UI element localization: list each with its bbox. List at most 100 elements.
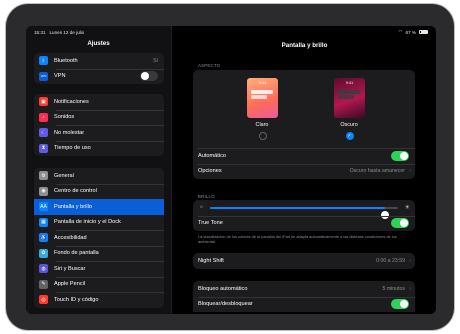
sidebar-item-label: General	[54, 172, 74, 179]
automatic-appearance-row: Automático	[193, 148, 415, 164]
vpn-icon: VPN	[39, 71, 48, 81]
sidebar-item-label: Siri y Buscar	[54, 265, 86, 272]
sidebar-item-tiempo-de-uso[interactable]: ⧗ Tiempo de uso	[34, 140, 164, 157]
sidebar-item-label: Pantalla de inicio y el Dock	[54, 219, 121, 226]
true-tone-row: True Tone	[193, 215, 415, 232]
sidebar-item-apple-pencil[interactable]: ✎ Apple Pencil	[34, 276, 164, 293]
light-thumbnail-time: 9:41	[258, 81, 267, 85]
brightness-slider-row: ☼ ☀	[193, 200, 415, 219]
sidebar-item-siri-y-buscar[interactable]: ◍ Siri y Buscar	[34, 261, 164, 277]
true-tone-note: La visualización de los colores de la pa…	[198, 234, 397, 244]
options-value: Oscuro hasta amanecer	[349, 168, 405, 175]
auto-lock-label: Bloqueo automático	[198, 285, 248, 292]
night-shift-row[interactable]: Night Shift 0:00 a 23:59 ›	[193, 253, 415, 269]
status-bar: 15:31 Lunes 12 de julio ◠ 67 %	[26, 26, 436, 38]
dark-theme-thumbnail[interactable]: 9:41	[334, 78, 365, 118]
dark-theme-label: Oscuro	[340, 122, 358, 128]
sidebar-item-label: Fondo de pantalla	[54, 250, 99, 257]
automatic-toggle[interactable]	[391, 150, 409, 161]
fingerprint-icon: ◎	[39, 295, 48, 305]
sidebar-item-general[interactable]: ⚙ General	[34, 168, 164, 184]
vpn-toggle[interactable]	[140, 71, 158, 82]
dark-theme-radio[interactable]: ✓	[345, 132, 354, 140]
sidebar-item-notificaciones[interactable]: ▣ Notificaciones	[34, 94, 164, 110]
sidebar-item-label: Notificaciones	[54, 98, 89, 105]
page-title: Pantalla y brillo	[281, 42, 328, 49]
light-thumbnail-widget	[251, 90, 273, 94]
ipad-frame: Ajustes ᛒ Bluetooth Sí VPN VPN ▣ Notificacion…	[6, 4, 454, 330]
automatic-label: Automático	[198, 152, 226, 159]
sidebar-item-fondo-de-pantalla[interactable]: ✿ Fondo de pantalla	[34, 245, 164, 262]
light-theme-thumbnail[interactable]: 9:41	[247, 78, 278, 118]
auto-lock-value: 5 minutos	[382, 285, 406, 292]
night-shift-card: Night Shift 0:00 a 23:59 ›	[193, 253, 415, 269]
true-tone-label: True Tone	[198, 220, 223, 227]
accessibility-icon: ♿	[39, 233, 48, 243]
wifi-icon: ◠	[398, 29, 403, 34]
status-date: Lunes 12 de julio	[49, 29, 85, 35]
wallpaper-icon: ✿	[39, 248, 48, 258]
ipad-screen: Ajustes ᛒ Bluetooth Sí VPN VPN ▣ Notificacion…	[26, 26, 436, 314]
sidebar-item-label: Touch ID y código	[54, 296, 99, 303]
sidebar-item-label: Centro de control	[54, 188, 97, 195]
pencil-icon: ✎	[39, 279, 48, 289]
sidebar-item-touch-id-y-codigo[interactable]: ◎ Touch ID y código	[34, 292, 164, 308]
notifications-icon: ▣	[39, 97, 48, 107]
chevron-right-icon: ›	[409, 285, 411, 292]
sidebar-item-label: Sonidos	[54, 114, 75, 121]
sidebar-group-notifications: ▣ Notificaciones ♪ Sonidos ☾ No molestar ⧗ Tiem…	[34, 94, 164, 156]
sidebar-item-label: No molestar	[54, 129, 85, 136]
auto-lock-row[interactable]: Bloqueo automático 5 minutos ›	[193, 281, 415, 297]
light-thumbnail-widget	[251, 95, 267, 99]
sidebar-item-label: VPN	[54, 73, 66, 80]
sidebar-group-general: ⚙ General ◉ Centro de control AA Pantalla y b…	[34, 168, 164, 308]
sidebar-item-value: Sí	[153, 57, 158, 64]
gear-icon: ⚙	[39, 171, 48, 181]
sun-large-icon: ☀	[404, 205, 410, 211]
chevron-right-icon: ›	[409, 168, 411, 175]
sidebar-item-label: Tiempo de uso	[54, 145, 91, 152]
brightness-slider[interactable]	[210, 207, 398, 219]
sidebar-item-bluetooth[interactable]: ᛒ Bluetooth Sí	[34, 53, 164, 69]
sidebar-item-label: Apple Pencil	[54, 281, 86, 288]
sounds-icon: ♪	[39, 112, 48, 122]
appearance-header: ASPECTO	[198, 63, 221, 68]
light-theme-label: Claro	[255, 122, 269, 128]
brightness-card: ☼ ☀ True Tone	[193, 200, 415, 231]
lock-card: Bloqueo automático 5 minutos › Bloquear/…	[193, 281, 415, 312]
home-screen-icon: ▦	[39, 217, 48, 227]
sidebar-item-label: Bluetooth	[54, 57, 78, 64]
sidebar-item-centro-de-control[interactable]: ◉ Centro de control	[34, 183, 164, 200]
dark-thumbnail-widget	[338, 90, 360, 94]
brightness-icon: AA	[39, 202, 48, 212]
lock-unlock-label: Bloquear/desbloquear	[198, 301, 253, 308]
true-tone-toggle[interactable]	[391, 218, 409, 229]
display-brightness-pane: Pantalla y brillo ASPECTO 9:41 9:41 Clar…	[173, 26, 436, 314]
brightness-slider-fill	[210, 207, 385, 209]
sidebar-item-vpn[interactable]: VPN VPN	[34, 68, 164, 85]
status-battery-text: 67 %	[405, 29, 416, 35]
appearance-options-row[interactable]: Opciones Oscuro hasta amanecer ›	[193, 163, 415, 180]
lock-unlock-toggle[interactable]	[391, 299, 409, 310]
moon-icon: ☾	[39, 128, 48, 138]
brightness-header: BRILLO	[198, 194, 215, 199]
appearance-card: 9:41 9:41 Claro Oscuro ✓ Automático Opci…	[193, 70, 415, 179]
lock-unlock-row: Bloquear/desbloquear	[193, 296, 415, 313]
siri-icon: ◍	[39, 264, 48, 274]
light-theme-radio[interactable]	[258, 132, 267, 140]
sidebar-item-pantalla-de-inicio-y-el-dock[interactable]: ▦ Pantalla de inicio y el Dock	[34, 215, 164, 231]
dark-thumbnail-widget	[338, 95, 354, 99]
hourglass-icon: ⧗	[39, 143, 48, 153]
bluetooth-icon: ᛒ	[39, 56, 48, 66]
sidebar-item-accesibilidad[interactable]: ♿ Accesibilidad	[34, 230, 164, 246]
sidebar-item-pantalla-y-brillo[interactable]: AA Pantalla y brillo	[34, 199, 164, 215]
sidebar-item-sonidos[interactable]: ♪ Sonidos	[34, 109, 164, 126]
sidebar-item-no-molestar[interactable]: ☾ No molestar	[34, 125, 164, 141]
battery-icon	[419, 29, 428, 35]
sidebar-item-label: Pantalla y brillo	[54, 203, 92, 210]
control-center-icon: ◉	[39, 186, 48, 196]
sidebar-group-connectivity: ᛒ Bluetooth Sí VPN VPN	[34, 53, 164, 84]
sidebar-title: Ajustes	[87, 40, 110, 47]
night-shift-label: Night Shift	[198, 257, 224, 264]
theme-picker: 9:41 9:41 Claro Oscuro ✓	[193, 70, 415, 148]
